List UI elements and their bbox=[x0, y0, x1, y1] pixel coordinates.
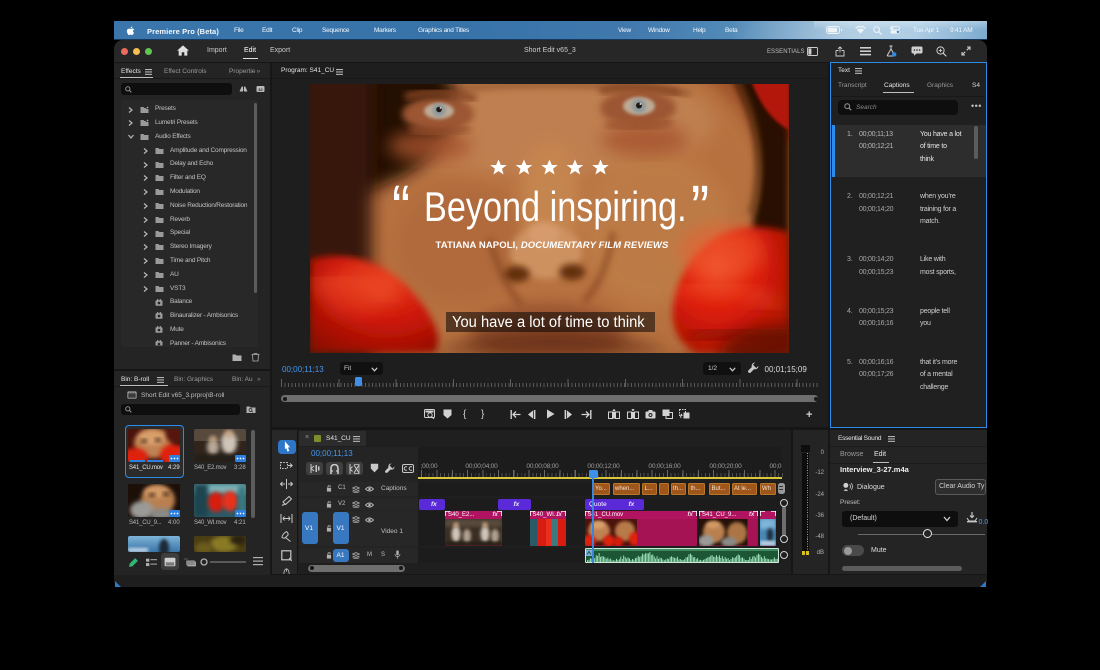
svg-text:32: 32 bbox=[258, 87, 263, 92]
